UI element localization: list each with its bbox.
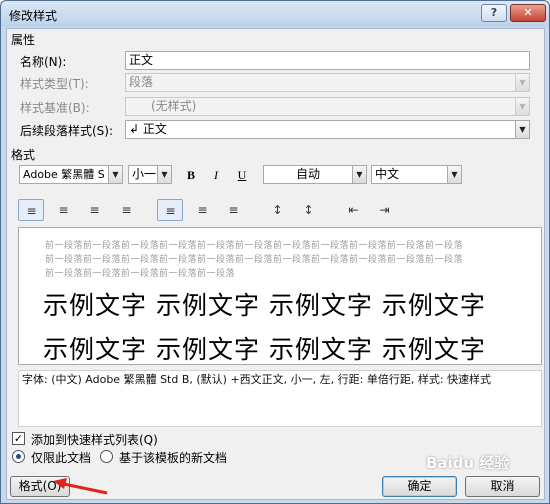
- bold-button[interactable]: B: [181, 166, 201, 185]
- based-on-value: (无样式): [151, 99, 197, 113]
- next-style-select[interactable]: ↲ 正文 ▼: [125, 120, 530, 139]
- line-spacing-onehalf-icon[interactable]: ≡: [189, 199, 215, 221]
- add-quick-style-checkbox[interactable]: ✓: [12, 432, 25, 445]
- space-after-icon[interactable]: ↕: [295, 199, 321, 221]
- style-type-select: 段落 ▼: [125, 73, 530, 92]
- font-value: Adobe 繁黑體 S: [23, 168, 105, 181]
- only-this-document-label[interactable]: 仅限此文档: [31, 449, 91, 466]
- chevron-down-icon[interactable]: ▼: [108, 166, 122, 183]
- sample-text-line: 示例文字 示例文字 示例文字 示例文字: [43, 291, 486, 320]
- based-on-select: (无样式) ▼: [125, 97, 530, 116]
- close-button[interactable]: ✕: [510, 4, 546, 22]
- modify-style-dialog: 修改样式 ? ✕ 属性 名称(N): 正文 样式类型(T): 段落 ▼ 样式基准…: [0, 0, 550, 504]
- new-documents-template-radio[interactable]: [100, 450, 113, 463]
- watermark-logo: Baidu 经验: [426, 454, 510, 472]
- new-documents-template-label[interactable]: 基于该模板的新文档: [119, 449, 227, 466]
- line-spacing-double-icon[interactable]: ≡: [220, 199, 246, 221]
- italic-button[interactable]: I: [206, 166, 226, 185]
- align-center-icon[interactable]: ≡: [50, 199, 76, 221]
- chevron-down-icon[interactable]: ▼: [447, 166, 461, 183]
- previous-paragraph-line: 前一段落前一段落前一段落前一段落前一段落: [45, 269, 236, 279]
- font-size-select[interactable]: 小一 ▼: [128, 165, 172, 184]
- increase-indent-icon[interactable]: ⇥: [371, 199, 397, 221]
- title-bar: 修改样式 ? ✕: [1, 1, 549, 27]
- radio-selected-dot: [16, 454, 21, 459]
- chevron-down-icon[interactable]: ▼: [352, 166, 366, 183]
- style-preview: 前一段落前一段落前一段落前一段落前一段落前一段落前一段落前一段落前一段落前一段落…: [18, 227, 542, 365]
- font-color-value: 自动: [295, 167, 320, 181]
- align-left-icon[interactable]: ≡: [18, 199, 44, 221]
- only-this-document-radio[interactable]: [12, 450, 25, 463]
- chevron-down-icon: ▼: [515, 98, 529, 115]
- style-type-value: 段落: [129, 75, 154, 89]
- align-justify-icon[interactable]: ≡: [113, 199, 139, 221]
- style-type-label: 样式类型(T):: [20, 77, 89, 91]
- language-select[interactable]: 中文 ▼: [371, 165, 462, 184]
- dialog-client-area: 属性 名称(N): 正文 样式类型(T): 段落 ▼ 样式基准(B): (无样式…: [6, 28, 545, 500]
- line-spacing-single-icon[interactable]: ≡: [157, 199, 183, 221]
- font-size-value: 小一: [132, 167, 157, 181]
- underline-button[interactable]: U: [232, 166, 252, 185]
- add-quick-style-label[interactable]: 添加到快速样式列表(Q): [31, 431, 158, 448]
- font-select[interactable]: Adobe 繁黑體 S ▼: [19, 165, 123, 184]
- red-arrow-annotation-icon: [53, 478, 108, 495]
- align-right-icon[interactable]: ≡: [81, 199, 107, 221]
- ok-button[interactable]: 确定: [382, 476, 457, 497]
- sample-text-line: 示例文字 示例文字 示例文字 示例文字: [43, 335, 486, 364]
- format-section-label: 格式: [11, 148, 36, 162]
- name-label: 名称(N):: [20, 55, 67, 69]
- properties-section-label: 属性: [11, 33, 36, 47]
- help-button[interactable]: ?: [481, 4, 507, 22]
- name-input[interactable]: 正文: [125, 51, 530, 70]
- decrease-indent-icon[interactable]: ⇤: [340, 199, 366, 221]
- next-style-label: 后续段落样式(S):: [20, 124, 114, 138]
- font-color-select[interactable]: 自动 ▼: [263, 165, 367, 184]
- style-description: 字体: (中文) Adobe 繁黑體 Std B, (默认) +西文正文, 小一…: [18, 370, 542, 427]
- dialog-title: 修改样式: [9, 9, 58, 23]
- based-on-label: 样式基准(B):: [20, 101, 90, 115]
- language-value: 中文: [375, 167, 400, 181]
- chevron-down-icon[interactable]: ▼: [515, 121, 529, 138]
- space-before-icon[interactable]: ↕: [264, 199, 290, 221]
- previous-paragraph-line: 前一段落前一段落前一段落前一段落前一段落前一段落前一段落前一段落前一段落前一段落…: [45, 241, 464, 251]
- previous-paragraph-line: 前一段落前一段落前一段落前一段落前一段落前一段落前一段落前一段落前一段落前一段落…: [45, 255, 464, 265]
- next-style-value: ↲ 正文: [129, 122, 167, 136]
- cancel-button[interactable]: 取消: [465, 476, 540, 497]
- chevron-down-icon[interactable]: ▼: [157, 166, 171, 183]
- chevron-down-icon: ▼: [515, 74, 529, 91]
